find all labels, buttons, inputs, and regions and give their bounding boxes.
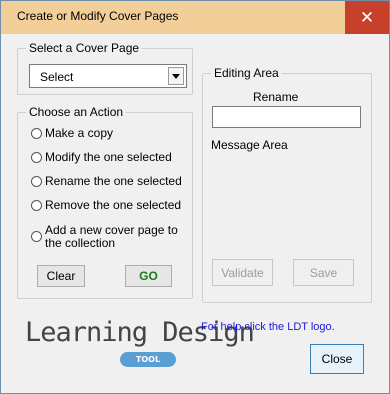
radio-button[interactable] (31, 152, 42, 163)
radio-button[interactable] (31, 128, 42, 139)
close-button[interactable]: Close (310, 344, 364, 374)
logo-tool-badge: TOOL (120, 352, 176, 367)
validate-button[interactable]: Validate (212, 259, 273, 286)
radio-label: Add a new cover page to (45, 223, 178, 237)
select-cover-page-legend: Select a Cover Page (29, 41, 140, 55)
title-bar[interactable]: Create or Modify Cover Pages ✕ (1, 1, 389, 34)
radio-button[interactable] (31, 200, 42, 211)
chevron-down-icon[interactable] (168, 67, 184, 85)
help-text: For help click the LDT logo. (201, 321, 335, 333)
radio-label-line2: the collection (45, 236, 116, 250)
rename-input[interactable] (212, 106, 361, 128)
message-area-label: Message Area (211, 138, 288, 152)
clear-button[interactable]: Clear (37, 265, 85, 287)
radio-label: Rename the one selected (45, 174, 182, 188)
save-button[interactable]: Save (293, 259, 354, 286)
radio-button[interactable] (31, 231, 42, 242)
radio-label: Remove the one selected (45, 198, 182, 212)
dialog-window: Create or Modify Cover Pages ✕ Select a … (0, 0, 390, 394)
window-title: Create or Modify Cover Pages (17, 9, 179, 23)
radio-label: Make a copy (45, 126, 114, 140)
rename-label: Rename (253, 90, 299, 104)
radio-button[interactable] (31, 176, 42, 187)
go-button[interactable]: GO (125, 265, 172, 287)
cover-page-select[interactable]: Select (29, 64, 187, 88)
radio-label: Modify the one selected (45, 150, 172, 164)
choose-action-legend: Choose an Action (29, 105, 124, 119)
window-close-button[interactable]: ✕ (345, 1, 389, 34)
cover-page-select-value: Select (40, 70, 74, 84)
editing-area-legend: Editing Area (214, 66, 279, 80)
